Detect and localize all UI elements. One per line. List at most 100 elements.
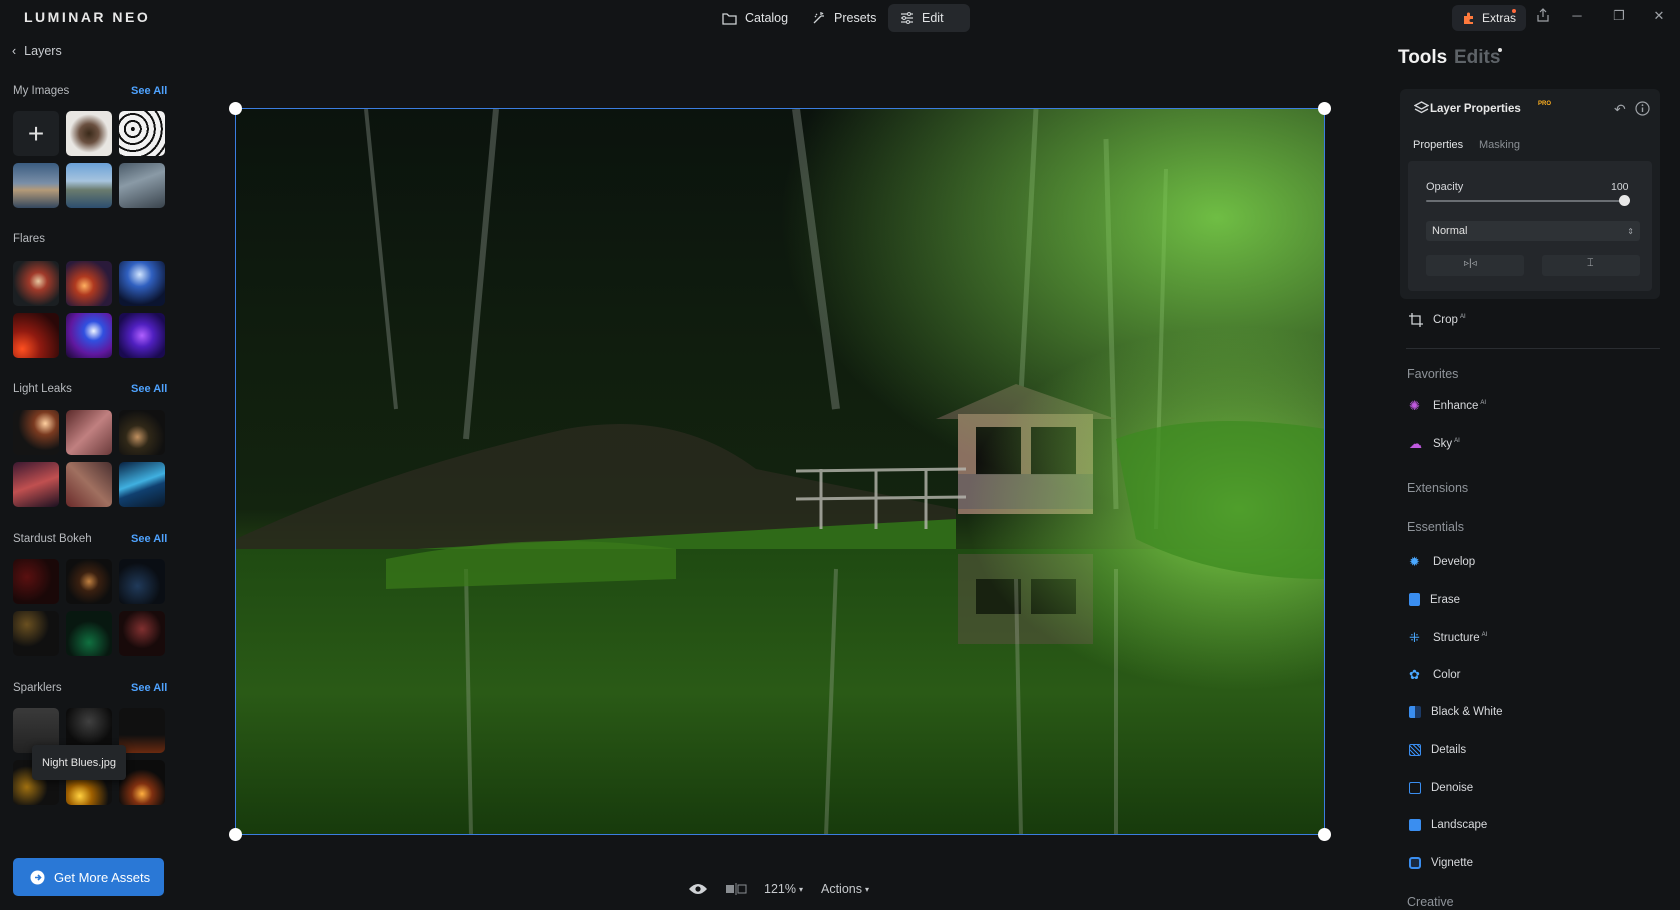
flip-horizontal-button[interactable]: ▹|◃ bbox=[1426, 255, 1524, 276]
zoom-dropdown[interactable]: 121% ▾ bbox=[764, 878, 803, 900]
chevron-down-icon: ▾ bbox=[798, 884, 803, 894]
actions-dropdown[interactable]: Actions ▾ bbox=[821, 878, 869, 900]
vignette-label: Vignette bbox=[1431, 857, 1473, 869]
enhance-sparkle-icon: ✺ bbox=[1409, 398, 1420, 413]
tool-color[interactable]: ✿ Color bbox=[1409, 668, 1460, 682]
tool-vignette[interactable]: Vignette bbox=[1409, 857, 1473, 869]
tool-enhance[interactable]: ✺ Enhance AI bbox=[1409, 399, 1486, 413]
compare-icon[interactable] bbox=[725, 878, 747, 900]
see-all-sparklers[interactable]: See All bbox=[131, 682, 167, 694]
bokeh-thumb[interactable] bbox=[119, 559, 165, 604]
extensions-heading[interactable]: Extensions bbox=[1407, 481, 1468, 495]
flare-thumb[interactable] bbox=[66, 261, 112, 306]
structure-dots-icon: ⁜ bbox=[1409, 630, 1420, 645]
light-leak-thumb[interactable] bbox=[119, 410, 165, 455]
light-leak-thumb[interactable] bbox=[66, 462, 112, 507]
essentials-heading[interactable]: Essentials bbox=[1407, 520, 1464, 534]
tab-masking[interactable]: Masking bbox=[1479, 139, 1520, 151]
tab-properties[interactable]: Properties bbox=[1413, 139, 1463, 151]
flip-vertical-icon: ⌶ bbox=[1587, 257, 1594, 269]
opacity-label: Opacity bbox=[1426, 181, 1464, 193]
sparkler-thumb[interactable] bbox=[119, 708, 165, 753]
add-image-button[interactable]: + bbox=[13, 111, 59, 156]
flare-thumb[interactable] bbox=[119, 313, 165, 358]
tool-denoise[interactable]: Denoise bbox=[1409, 782, 1473, 794]
minimize-icon[interactable]: ─ bbox=[1569, 8, 1585, 24]
chevron-down-icon: ▾ bbox=[865, 884, 870, 894]
presets-button[interactable]: Presets bbox=[800, 4, 888, 32]
bokeh-thumb[interactable] bbox=[119, 611, 165, 656]
black-white-icon bbox=[1409, 706, 1421, 718]
light-leak-thumb[interactable] bbox=[119, 462, 165, 507]
creative-heading[interactable]: Creative bbox=[1407, 895, 1454, 909]
tool-crop[interactable]: Crop AI bbox=[1409, 313, 1466, 327]
resize-handle-top-left[interactable] bbox=[229, 102, 242, 115]
see-all-stardust-bokeh[interactable]: See All bbox=[131, 533, 167, 545]
tool-details[interactable]: Details bbox=[1409, 744, 1466, 756]
zoom-value: 121% bbox=[764, 882, 796, 896]
resize-handle-bottom-right[interactable] bbox=[1318, 828, 1331, 841]
flare-thumb[interactable] bbox=[13, 261, 59, 306]
opacity-slider-track[interactable] bbox=[1426, 200, 1628, 202]
tab-tools[interactable]: Tools bbox=[1398, 47, 1447, 69]
image-thumb[interactable] bbox=[66, 111, 112, 156]
restore-icon[interactable]: ❐ bbox=[1611, 8, 1627, 24]
image-thumb[interactable] bbox=[119, 163, 165, 208]
flare-thumb[interactable] bbox=[13, 313, 59, 358]
edits-indicator-dot bbox=[1498, 48, 1502, 52]
get-more-assets-button[interactable]: Get More Assets bbox=[13, 858, 164, 896]
bokeh-thumb[interactable] bbox=[13, 559, 59, 604]
sky-label: Sky bbox=[1433, 438, 1453, 450]
edit-button[interactable]: Edit bbox=[888, 4, 970, 32]
tool-landscape[interactable]: Landscape bbox=[1409, 819, 1487, 831]
ai-badge: AI bbox=[1480, 400, 1487, 407]
blend-mode-value: Normal bbox=[1432, 225, 1468, 237]
tool-develop[interactable]: ✹ Develop bbox=[1409, 555, 1475, 569]
undo-icon[interactable]: ↶ bbox=[1614, 101, 1626, 118]
extras-label: Extras bbox=[1482, 11, 1517, 25]
opacity-slider-thumb[interactable] bbox=[1619, 195, 1630, 206]
catalog-label: Catalog bbox=[745, 11, 789, 25]
resize-handle-top-right[interactable] bbox=[1318, 102, 1331, 115]
light-leak-thumb[interactable] bbox=[66, 410, 112, 455]
flare-thumb[interactable] bbox=[119, 261, 165, 306]
preview-eye-icon[interactable] bbox=[688, 878, 708, 900]
bokeh-thumb[interactable] bbox=[66, 559, 112, 604]
stardust-bokeh-heading: Stardust Bokeh bbox=[13, 533, 92, 545]
flip-vertical-button[interactable]: ⌶ bbox=[1542, 255, 1640, 276]
close-icon[interactable]: ✕ bbox=[1651, 8, 1667, 24]
denoise-label: Denoise bbox=[1431, 782, 1474, 794]
image-thumb[interactable] bbox=[119, 111, 165, 156]
crop-icon bbox=[1409, 313, 1423, 327]
light-leak-thumb[interactable] bbox=[13, 410, 59, 455]
chevron-left-icon: ‹ bbox=[12, 44, 17, 58]
tab-edits[interactable]: Edits bbox=[1454, 47, 1500, 69]
tools-panel: Tools Edits Layer Properties PRO ↶ Prope… bbox=[1380, 34, 1680, 910]
extras-badge bbox=[1512, 9, 1516, 13]
info-icon[interactable] bbox=[1635, 101, 1650, 116]
resize-handle-bottom-left[interactable] bbox=[229, 828, 242, 841]
see-all-my-images[interactable]: See All bbox=[131, 85, 167, 97]
image-canvas[interactable] bbox=[235, 108, 1325, 835]
see-all-light-leaks[interactable]: See All bbox=[131, 383, 167, 395]
light-leak-thumb[interactable] bbox=[13, 462, 59, 507]
stardust-bokeh-grid bbox=[13, 559, 165, 656]
presets-label: Presets bbox=[834, 11, 877, 25]
flare-thumb[interactable] bbox=[66, 313, 112, 358]
image-thumb[interactable] bbox=[66, 163, 112, 208]
blend-mode-select[interactable]: Normal ⇕ bbox=[1426, 221, 1640, 241]
bokeh-thumb[interactable] bbox=[13, 611, 59, 656]
back-to-layers[interactable]: ‹ Layers bbox=[12, 44, 62, 58]
catalog-button[interactable]: Catalog bbox=[710, 4, 800, 32]
tool-black-white[interactable]: Black & White bbox=[1409, 706, 1503, 718]
bw-label: Black & White bbox=[1431, 706, 1503, 718]
bokeh-thumb[interactable] bbox=[66, 611, 112, 656]
flip-horizontal-icon: ▹|◃ bbox=[1464, 258, 1477, 269]
tool-erase[interactable]: Erase bbox=[1409, 593, 1460, 606]
tool-sky[interactable]: ☁ Sky AI bbox=[1409, 437, 1460, 451]
extras-button[interactable]: Extras bbox=[1452, 5, 1527, 31]
share-icon[interactable] bbox=[1535, 8, 1551, 24]
image-thumb[interactable] bbox=[13, 163, 59, 208]
sun-icon: ✹ bbox=[1409, 554, 1420, 569]
tool-structure[interactable]: ⁜ Structure AI bbox=[1409, 631, 1487, 645]
